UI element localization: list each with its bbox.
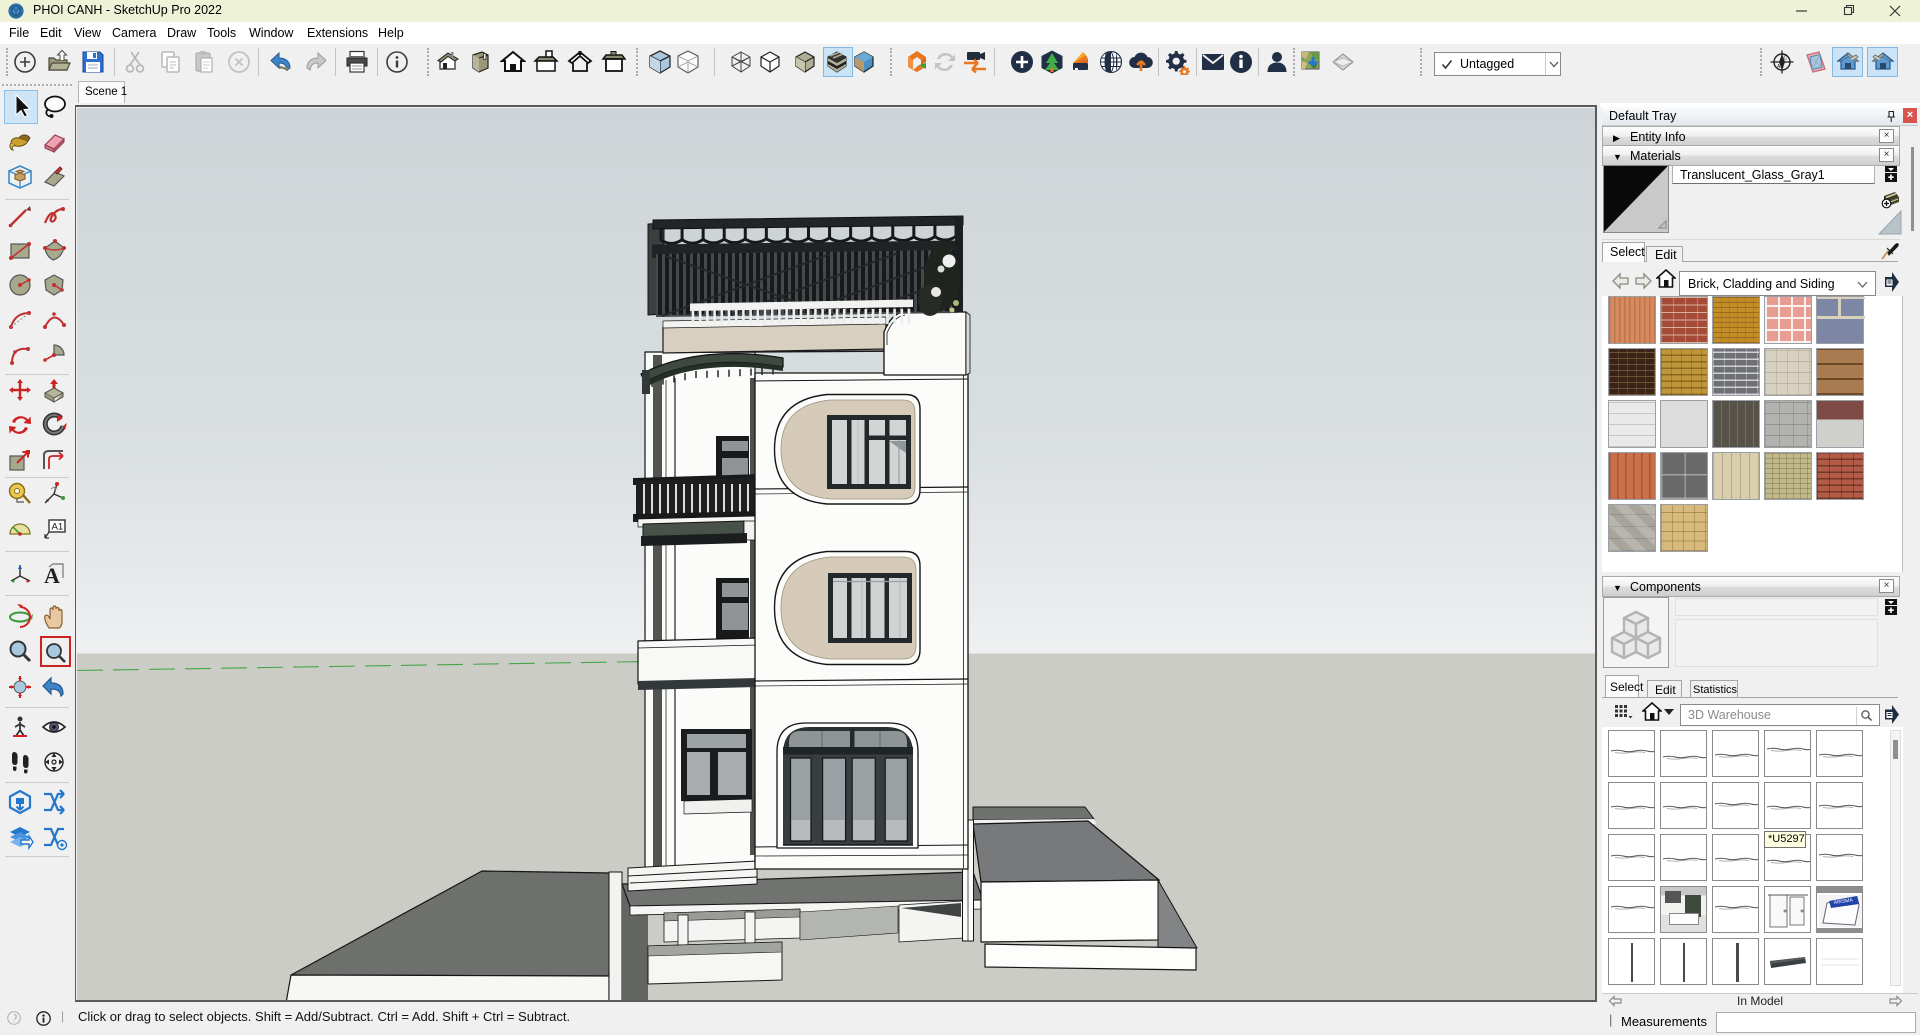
svg-text:A: A <box>44 563 60 588</box>
svg-text:A1: A1 <box>52 522 64 533</box>
svg-text:AB: AB <box>1777 64 1784 70</box>
svg-text:C: C <box>1784 56 1788 62</box>
